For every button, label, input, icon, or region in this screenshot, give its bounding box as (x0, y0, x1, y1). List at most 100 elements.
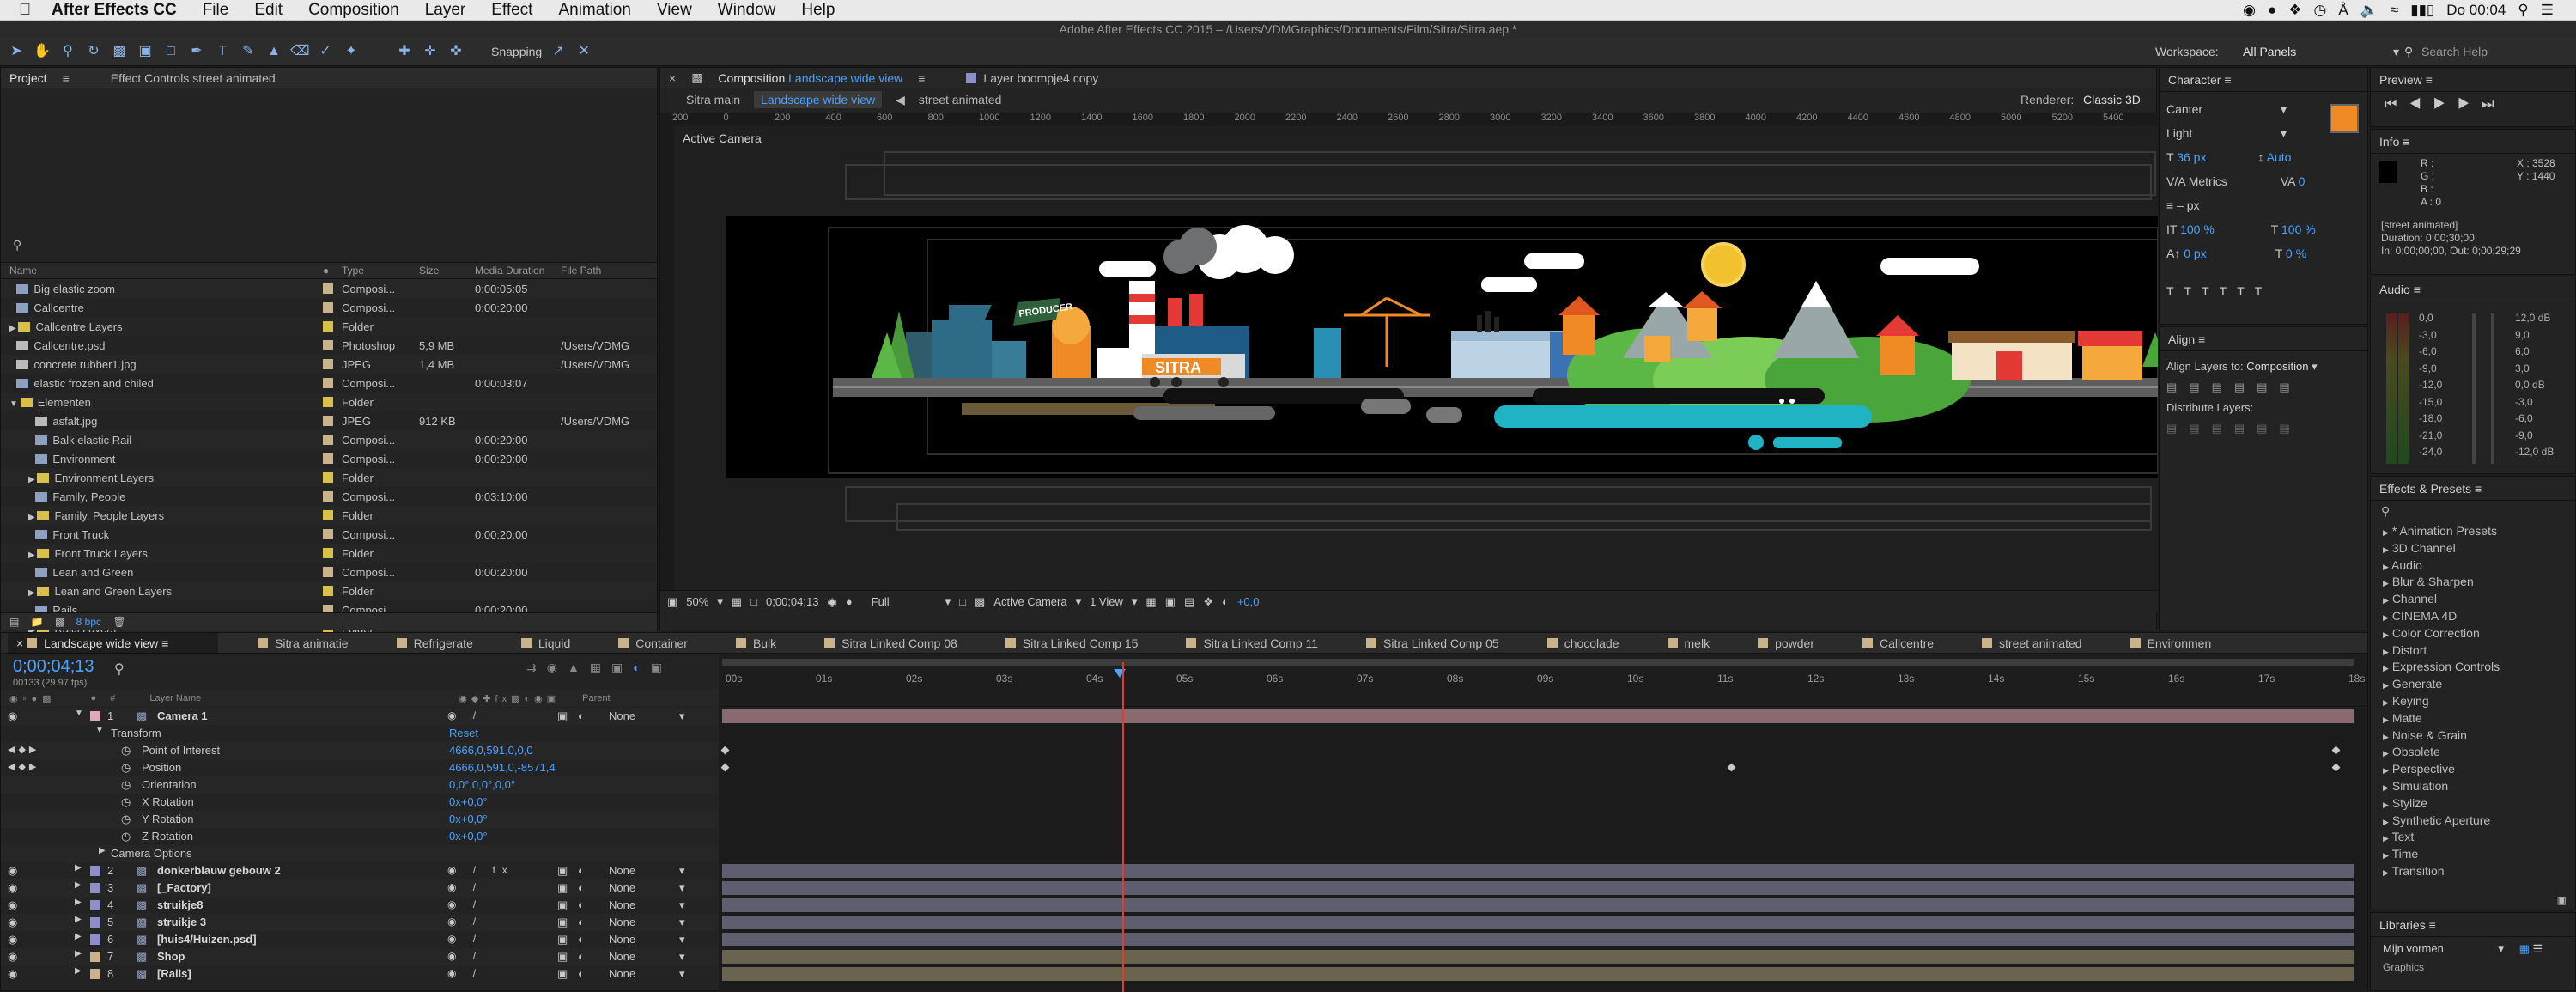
expand-icon[interactable]: ▶ (2383, 563, 2389, 571)
layer-duration-bar[interactable] (722, 950, 2354, 964)
expand-icon[interactable]: ▶ (2383, 749, 2389, 758)
label-swatch[interactable] (323, 472, 333, 483)
panel-menu-icon[interactable]: ≡ (2475, 482, 2482, 496)
parent-pickwhip-icon[interactable]: ◐ (578, 967, 585, 980)
parent-header[interactable]: Parent (582, 693, 610, 703)
crumb-landscape[interactable]: Landscape wide view (754, 91, 883, 108)
expand-icon[interactable]: ▶ (2383, 698, 2389, 707)
time-ruler[interactable]: 00s 01s 02s 03s 04s 05s 06s 07s 08s 09s 10s 11s 12s 1… (719, 654, 2367, 707)
label-swatch[interactable] (323, 434, 333, 445)
renderer-value[interactable]: Classic 3D (2083, 93, 2141, 107)
panel-menu-icon[interactable]: ≡ (2198, 332, 2205, 346)
mask-icon[interactable]: □ (750, 595, 757, 608)
expand-icon[interactable]: ▶ (28, 475, 37, 484)
effect-category[interactable]: ▶ * Animation Presets (2371, 523, 2575, 540)
font-style-dropdown[interactable]: Light (2166, 121, 2192, 145)
new-folder-icon[interactable]: 📁 (31, 616, 44, 628)
expand-icon[interactable]: ▶ (2383, 648, 2389, 656)
close-icon[interactable]: × (669, 71, 676, 85)
col-size[interactable]: Size (419, 265, 475, 277)
expand-icon[interactable]: ▶ (75, 966, 82, 976)
bit-depth-button[interactable]: 8 bpc (76, 616, 101, 628)
parent-dropdown[interactable]: None (609, 916, 635, 928)
effects-search[interactable]: ⚲ (2371, 501, 2575, 523)
expand-icon[interactable]: ▶ (75, 898, 82, 907)
chevron-down-icon[interactable]: ▾ (679, 709, 685, 723)
keyframe-icon[interactable] (1727, 763, 1736, 772)
menu-animation[interactable]: Animation (558, 1, 631, 20)
timeline-tab[interactable]: Callcentre (1854, 633, 1942, 653)
grid-view-icon[interactable]: ▦ (2519, 942, 2530, 955)
layer-row[interactable]: ◉ ▶ 5 ▩ struikje 3 ◉ / ▣ ◐ None ▾ (1, 914, 718, 931)
parent-pickwhip-icon[interactable]: ◐ (578, 709, 585, 722)
effect-category[interactable]: ▶ Transition (2371, 863, 2575, 880)
volume-icon[interactable]: 🔈 (2360, 2, 2379, 19)
list-view-icon[interactable]: ☰ (2533, 942, 2543, 955)
library-dropdown[interactable]: Mijn vormen (2383, 942, 2444, 955)
layer-name[interactable]: Shop (157, 950, 185, 963)
layer-name[interactable]: donkerblauw gebouw 2 (157, 864, 281, 877)
effect-category[interactable]: ▶ Channel (2371, 591, 2575, 608)
expand-icon[interactable]: ▶ (2383, 664, 2389, 672)
chevron-down-icon[interactable]: ▾ (679, 950, 685, 964)
close-icon[interactable]: × (16, 636, 23, 650)
fast-preview-icon[interactable]: ▣ (1165, 595, 1176, 609)
stopwatch-icon[interactable]: ◷ (121, 812, 131, 826)
property-value[interactable]: 0x+0,0° (449, 830, 488, 843)
layer-row[interactable]: ◉ ▶ 6 ▩ [huis4/Huizen.psd] ◉ / ▣ ◐ None ▾ (1, 931, 718, 948)
expand-icon[interactable]: ▶ (28, 513, 37, 522)
label-swatch[interactable] (323, 566, 333, 577)
timeline-switch-icons[interactable]: ⇉◉▲▦▣◐▣ (526, 660, 672, 675)
expand-icon[interactable] (28, 532, 35, 541)
project-item[interactable]: Callcentre Composi... 0:00:20:00 (1, 298, 657, 317)
property-row[interactable]: ◷ Z Rotation 0x+0,0° (1, 828, 718, 845)
effect-category[interactable]: ▶ Blur & Sharpen (2371, 574, 2575, 591)
layer-duration-bar[interactable] (722, 967, 2354, 981)
label-swatch[interactable] (323, 509, 333, 520)
stopwatch-icon[interactable]: ◷ (121, 778, 131, 792)
timeline-tracks[interactable] (719, 708, 2367, 991)
resolution-dropdown[interactable]: Full (872, 595, 890, 608)
search-help-field[interactable]: Search Help (2421, 45, 2488, 58)
timeline-tab[interactable]: Refrigerate (388, 633, 482, 653)
parent-dropdown[interactable]: None (609, 950, 635, 963)
project-item[interactable]: Balk elastic Rail Composi... 0:00:20:00 (1, 430, 657, 449)
label-swatch[interactable] (323, 358, 333, 369)
pan-behind-tool-icon[interactable]: ▣ (136, 42, 155, 61)
layer-name-header[interactable]: Layer Name (149, 693, 201, 703)
transparency-icon[interactable]: ▩ (975, 595, 985, 609)
3d-layer-icon[interactable]: ▣ (557, 881, 568, 895)
axis-world-icon[interactable]: ✛ (421, 42, 440, 61)
layer-row[interactable]: ◉ ▶ 8 ▩ [Rails] ◉ / ▣ ◐ None ▾ (1, 965, 718, 983)
col-media-duration[interactable]: Media Duration (475, 265, 561, 277)
property-row[interactable]: ◀◆▶ ◷ Position 4666,0,591,0,-8571,4 (1, 759, 718, 776)
parent-dropdown[interactable]: None (609, 967, 635, 980)
workspace-chevron-icon[interactable]: ▾ (2393, 45, 2399, 59)
layer-name[interactable]: [huis4/Huizen.psd] (157, 933, 257, 946)
search-icon[interactable]: ⚲ (2381, 504, 2390, 518)
stopwatch-icon[interactable]: ◷ (121, 761, 131, 775)
panel-menu-icon[interactable]: ≡ (161, 636, 168, 650)
panel-menu-icon[interactable]: ≡ (2426, 73, 2433, 87)
effect-category[interactable]: ▶ Audio (2371, 557, 2575, 575)
layer-switches[interactable]: ◉ / (447, 967, 483, 979)
stopwatch-icon[interactable]: ◷ (121, 830, 131, 843)
tab-effect-controls[interactable]: Effect Controls street animated (111, 71, 276, 85)
col-name[interactable]: Name (1, 265, 323, 277)
label-swatch[interactable] (323, 490, 333, 502)
menu-composition[interactable]: Composition (308, 1, 399, 20)
layer-name[interactable]: [_Factory] (157, 881, 211, 894)
hscale-value[interactable]: 100 % (2281, 222, 2316, 236)
expand-icon[interactable] (28, 569, 35, 579)
project-item[interactable]: ▶ Environment Layers Folder (1, 468, 657, 487)
3d-layer-icon[interactable]: ▣ (557, 898, 568, 912)
chevron-down-icon[interactable]: ▾ (679, 881, 685, 895)
layer-name[interactable]: Camera 1 (157, 709, 208, 722)
effect-category[interactable]: ▶ Matte (2371, 710, 2575, 727)
expand-icon[interactable]: ▶ (75, 880, 82, 890)
apple-icon[interactable]:  (19, 1, 36, 20)
expand-icon[interactable] (9, 286, 16, 295)
timeline-tab[interactable]: Sitra Linked Comp 08 (816, 633, 966, 653)
col-file-path[interactable]: File Path (561, 265, 655, 277)
eye-icon[interactable]: ◉ (8, 933, 17, 946)
